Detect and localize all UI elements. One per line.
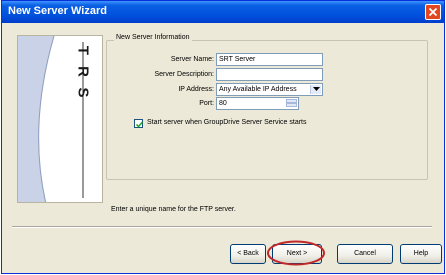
banner-letter-r: R	[74, 66, 92, 77]
wizard-banner-image: T R S	[17, 35, 103, 203]
ip-address-dropdown-button[interactable]	[310, 85, 321, 94]
server-name-input[interactable]: SRT Server	[216, 53, 323, 66]
port-spin-buttons[interactable]	[286, 99, 297, 108]
port-value: 80	[219, 100, 227, 107]
back-button[interactable]: < Back	[230, 244, 266, 264]
banner-letters: T R S	[73, 40, 93, 103]
footer-divider	[12, 226, 432, 228]
server-description-label: Server Description:	[154, 71, 214, 78]
port-label: Port:	[199, 100, 214, 107]
server-description-input[interactable]	[216, 68, 323, 81]
window-title: New Server Wizard	[8, 5, 107, 17]
group-legend: New Server Information	[114, 34, 192, 41]
ip-address-select[interactable]: Any Available IP Address	[216, 83, 323, 96]
hint-text: Enter a unique name for the FTP server.	[111, 206, 236, 213]
ip-address-label: IP Address:	[178, 86, 214, 93]
close-icon	[428, 7, 438, 17]
title-bar[interactable]: New Server Wizard	[2, 1, 444, 23]
start-with-service-label[interactable]: Start server when GroupDrive Server Serv…	[147, 119, 307, 126]
start-with-service-checkbox[interactable]	[134, 119, 144, 128]
chevron-down-icon	[313, 87, 320, 91]
banner-letter-t: T	[74, 45, 92, 56]
close-button[interactable]	[425, 4, 441, 20]
port-stepper[interactable]: 80	[216, 97, 299, 110]
spin-down-icon[interactable]	[286, 103, 297, 107]
banner-letter-s: S	[74, 87, 92, 98]
ip-address-value: Any Available IP Address	[219, 86, 297, 93]
cancel-button[interactable]: Cancel	[337, 244, 393, 264]
highlight-circle-annotation	[267, 240, 325, 266]
checkmark-icon	[135, 121, 144, 128]
server-name-label: Server Name:	[170, 56, 214, 63]
help-button[interactable]: Help	[400, 244, 442, 264]
